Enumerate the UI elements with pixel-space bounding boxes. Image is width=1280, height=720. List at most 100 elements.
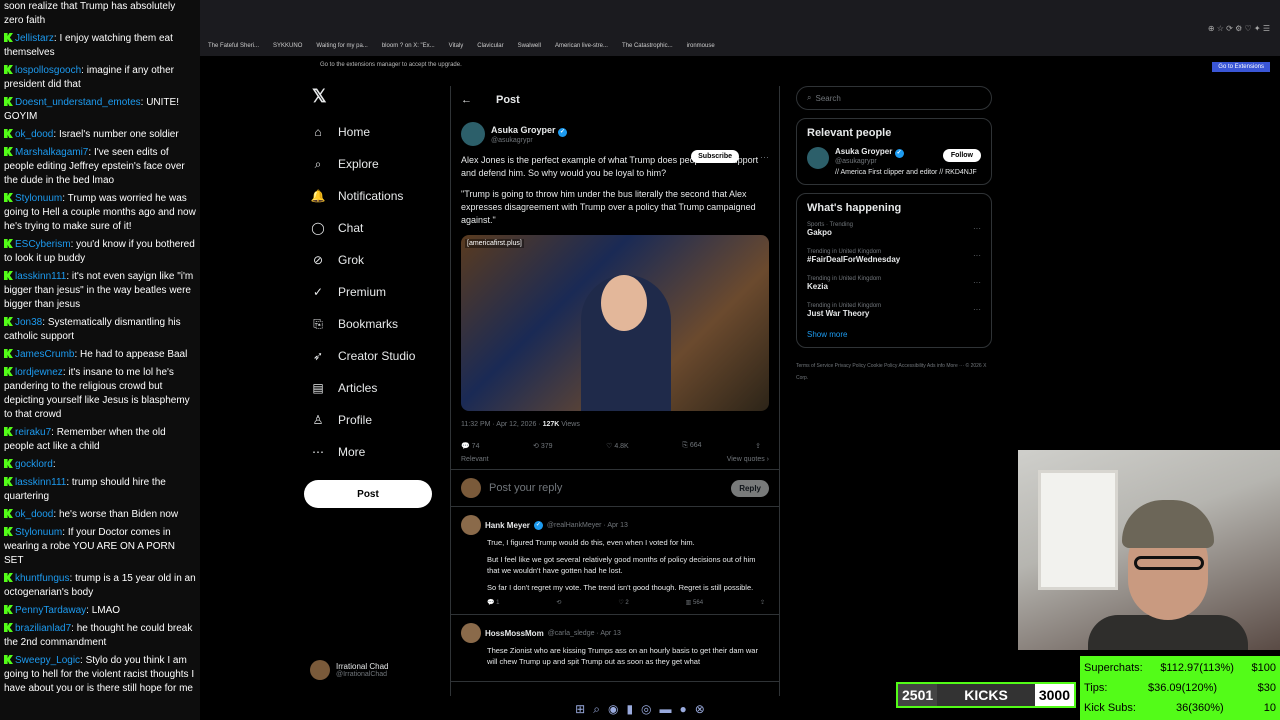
chat-username[interactable]: lasskinn111 xyxy=(15,271,66,282)
reply-handle[interactable]: @realHankMeyer · Apr 13 xyxy=(547,522,628,529)
more-options-icon[interactable]: ··· xyxy=(973,305,981,314)
sub-badge-icon xyxy=(4,239,13,248)
chat-username[interactable]: ok_dood xyxy=(15,129,53,140)
back-arrow-icon[interactable]: ← xyxy=(461,94,472,106)
app-icon[interactable]: ▮ xyxy=(626,702,633,716)
repost-action[interactable]: ⟲ xyxy=(556,599,561,606)
trend-item[interactable]: Trending in United Kingdom #FairDealForWe… xyxy=(807,249,981,264)
folder-icon[interactable]: ▬ xyxy=(660,702,672,716)
bookmark-action[interactable]: ⎘ 664 xyxy=(682,442,701,450)
post-button[interactable]: Post xyxy=(304,480,432,508)
bookmark-item[interactable]: SYKKUNO xyxy=(273,43,302,49)
footer-links[interactable]: Terms of Service Privacy Policy Cookie P… xyxy=(796,360,992,384)
search-input[interactable]: ⌕ Search xyxy=(796,86,992,110)
nav-item-chat[interactable]: ◯ Chat xyxy=(300,212,440,244)
bookmark-item[interactable]: Clavicular xyxy=(477,43,503,49)
reply-button[interactable]: Reply xyxy=(731,479,769,497)
bookmark-item[interactable]: Waiting for my pa... xyxy=(316,43,367,49)
chat-username[interactable]: PennyTardaway xyxy=(15,605,86,616)
person-name[interactable]: Asuka Groyper xyxy=(835,147,892,156)
reply-handle[interactable]: @carla_sledge · Apr 13 xyxy=(548,630,621,637)
chat-username[interactable]: gocklord xyxy=(15,459,53,470)
views-action[interactable]: ▥ 564 xyxy=(686,599,703,606)
nav-item-home[interactable]: ⌂ Home xyxy=(300,116,440,148)
chat-username[interactable]: Sweepy_Logic xyxy=(15,655,80,666)
nav-item-articles[interactable]: ▤ Articles xyxy=(300,372,440,404)
xbox-icon[interactable]: ⊗ xyxy=(695,702,705,716)
browser-icon[interactable]: ◎ xyxy=(641,702,651,716)
show-more-link[interactable]: Show more xyxy=(807,330,981,339)
reply-author[interactable]: Hank Meyer xyxy=(485,521,530,530)
bookmark-item[interactable]: The Fateful Sheri... xyxy=(208,43,259,49)
reply-action[interactable]: 💬 74 xyxy=(461,442,479,450)
nav-item-premium[interactable]: ✓ Premium xyxy=(300,276,440,308)
reply-tweet[interactable]: Hank Meyer ✓ @realHankMeyer · Apr 13 Tru… xyxy=(451,507,779,615)
bookmark-item[interactable]: Swalwell xyxy=(518,43,541,49)
avatar[interactable] xyxy=(807,147,829,169)
reply-sort[interactable]: Relevant xyxy=(461,456,489,463)
like-action[interactable]: ♡ 2 xyxy=(618,599,628,606)
chat-username[interactable]: brazilianlad7 xyxy=(15,623,71,634)
reply-input[interactable]: Post your reply xyxy=(489,482,723,494)
trend-item[interactable]: Trending in United Kingdom Just War Theor… xyxy=(807,303,981,318)
bookmark-item[interactable]: bloom ? on X: "Ex... xyxy=(382,43,435,49)
more-options-icon[interactable]: ··· xyxy=(973,224,981,233)
chat-username[interactable]: Jellistarz xyxy=(15,33,54,44)
trend-item[interactable]: Trending in United Kingdom Kezia ··· xyxy=(807,276,981,291)
browser-toolbar-icons[interactable]: ⊕ ☆ ⟳ ⚙ ♡ ✦ ☰ xyxy=(1208,24,1270,33)
x-logo-icon[interactable]: 𝕏 xyxy=(300,86,440,116)
like-action[interactable]: ♡ 4.8K xyxy=(606,442,629,450)
share-icon[interactable]: ⇪ xyxy=(760,599,765,606)
chat-username[interactable]: ok_dood xyxy=(15,509,53,520)
nav-item-grok[interactable]: ⊘ Grok xyxy=(300,244,440,276)
author-name[interactable]: Asuka Groyper xyxy=(491,125,556,135)
chat-message: Jon38: Systematically dismantling his ca… xyxy=(4,317,181,342)
bookmark-item[interactable]: ironmouse xyxy=(687,43,715,49)
trend-item[interactable]: Sports · Trending Gakpo ··· xyxy=(807,222,981,237)
chat-username[interactable]: reiraku7 xyxy=(15,427,51,438)
view-quotes-link[interactable]: View quotes › xyxy=(727,456,769,463)
chat-username[interactable]: khuntfungus xyxy=(15,573,70,584)
search-icon[interactable]: ⌕ xyxy=(593,702,600,717)
reply-action[interactable]: 💬 1 xyxy=(487,599,499,606)
reply-tweet[interactable]: HossMossMom @carla_sledge · Apr 13 These… xyxy=(451,615,779,682)
go-to-extensions-button[interactable]: Go to Extensions xyxy=(1212,62,1270,72)
spotify-icon[interactable]: ● xyxy=(680,702,687,716)
windows-start-icon[interactable]: ⊞ xyxy=(575,702,585,716)
tweet-video[interactable]: [americafirst.plus] xyxy=(461,235,769,411)
avatar[interactable] xyxy=(461,623,481,643)
chat-username[interactable]: lospollosgooch xyxy=(15,65,81,76)
chat-username[interactable]: lasskinn111 xyxy=(15,477,66,488)
repost-action[interactable]: ⟲ 379 xyxy=(533,442,553,450)
nav-item-notifications[interactable]: 🔔 Notifications xyxy=(300,180,440,212)
chat-username[interactable]: Marshalkagami7 xyxy=(15,147,88,158)
bookmark-item[interactable]: American live-stre... xyxy=(555,43,608,49)
bookmark-item[interactable]: Vitaly xyxy=(449,43,464,49)
nav-item-creator-studio[interactable]: ➶ Creator Studio xyxy=(300,340,440,372)
tweet-timestamp[interactable]: 11:32 PM · Apr 12, 2026 · xyxy=(461,421,543,428)
chat-username[interactable]: lordjewnez xyxy=(15,367,63,378)
subscribe-button[interactable]: Subscribe xyxy=(691,150,739,163)
follow-button[interactable]: Follow xyxy=(942,149,981,162)
chat-username[interactable]: JamesCrumb xyxy=(15,349,74,360)
nav-item-explore[interactable]: ⌕ Explore xyxy=(300,148,440,180)
app-icon[interactable]: ◉ xyxy=(608,702,618,716)
more-options-icon[interactable]: ··· xyxy=(973,251,981,260)
chat-username[interactable]: Jon38 xyxy=(15,317,42,328)
chat-username[interactable]: Doesnt_understand_emotes xyxy=(15,97,141,108)
nav-item-bookmarks[interactable]: ⎘ Bookmarks xyxy=(300,308,440,340)
author-handle[interactable]: @asukagrypr xyxy=(491,137,567,144)
share-icon[interactable]: ⇪ xyxy=(755,442,761,450)
nav-item-more[interactable]: ⋯ More xyxy=(300,436,440,468)
nav-item-profile[interactable]: ♙ Profile xyxy=(300,404,440,436)
chat-username[interactable]: Stylonuum xyxy=(15,193,62,204)
account-switcher[interactable]: Irrational Chad @IrrationalChad xyxy=(310,658,440,682)
reply-author[interactable]: HossMossMom xyxy=(485,629,544,638)
more-options-icon[interactable]: ··· xyxy=(973,278,981,287)
avatar[interactable] xyxy=(461,515,481,535)
more-options-icon[interactable]: ··· xyxy=(760,152,769,162)
avatar[interactable] xyxy=(461,122,485,146)
bookmark-item[interactable]: The Catastrophic... xyxy=(622,43,673,49)
chat-username[interactable]: ESCyberism xyxy=(15,239,71,250)
chat-username[interactable]: Stylonuum xyxy=(15,527,62,538)
